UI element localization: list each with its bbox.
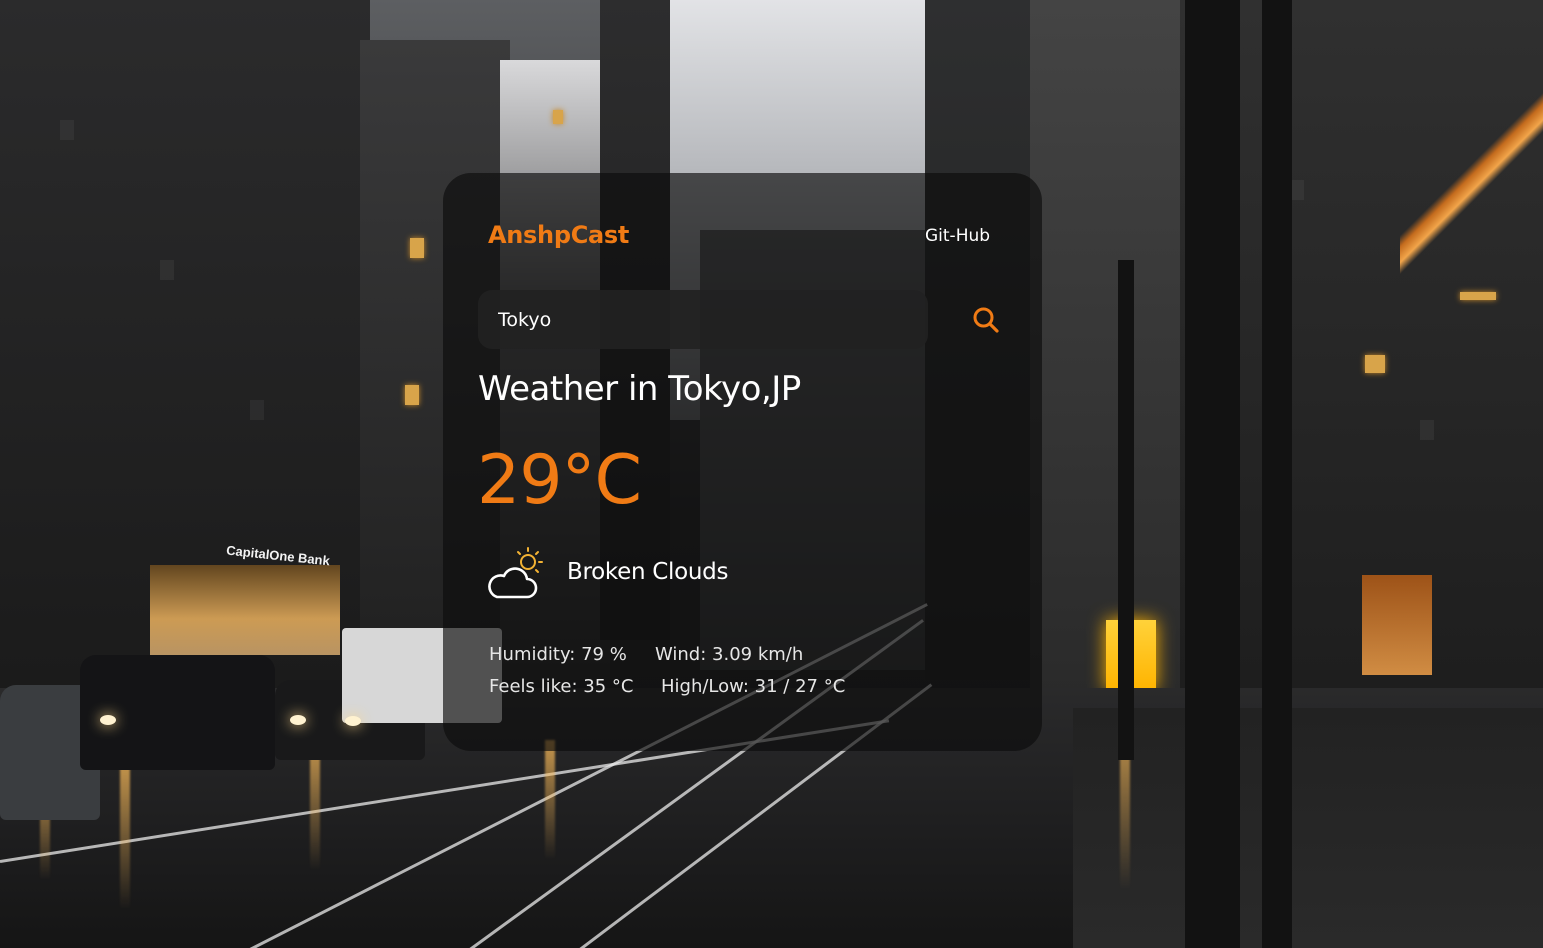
window — [60, 120, 74, 140]
bank-storefront — [150, 565, 340, 655]
car — [80, 655, 275, 770]
headlight — [345, 716, 361, 726]
light-reflection — [120, 760, 130, 910]
weather-condition: Broken Clouds — [567, 559, 729, 585]
window-light — [410, 238, 424, 258]
partly-cloudy-icon — [483, 544, 549, 604]
window — [250, 400, 264, 420]
headlight — [290, 715, 306, 725]
building-right-2 — [1030, 0, 1190, 700]
brand-logo: AnshpCast — [488, 221, 630, 249]
light-reflection — [545, 740, 555, 860]
high-low-stat: High/Low: 31 / 27 °C — [661, 676, 846, 697]
headlight — [100, 715, 116, 725]
sidewalk — [1073, 708, 1543, 948]
window — [1290, 180, 1304, 200]
wind-stat: Wind: 3.09 km/h — [655, 644, 804, 665]
window-light — [553, 110, 563, 124]
location-title: Weather in Tokyo,JP — [478, 369, 801, 409]
search-icon — [971, 305, 1001, 335]
window-light — [405, 385, 419, 405]
feels-like-stat: Feels like: 35 °C — [489, 676, 634, 697]
search-button[interactable] — [956, 290, 1015, 349]
humidity-stat: Humidity: 79 % — [489, 644, 627, 665]
street-pole — [1262, 0, 1292, 948]
lamp-post — [1118, 260, 1134, 760]
github-link[interactable]: Git-Hub — [925, 226, 990, 246]
weather-card: AnshpCast Git-Hub Weather in Tokyo,JP 29… — [443, 173, 1042, 751]
window-light — [1365, 355, 1385, 373]
window-light — [1460, 292, 1496, 300]
lit-awning — [1400, 60, 1543, 290]
lit-storefront — [1362, 575, 1432, 675]
search-input[interactable] — [478, 290, 928, 349]
window — [160, 260, 174, 280]
temperature-value: 29°C — [477, 441, 642, 520]
street-pole — [1185, 0, 1240, 948]
window — [1420, 420, 1434, 440]
